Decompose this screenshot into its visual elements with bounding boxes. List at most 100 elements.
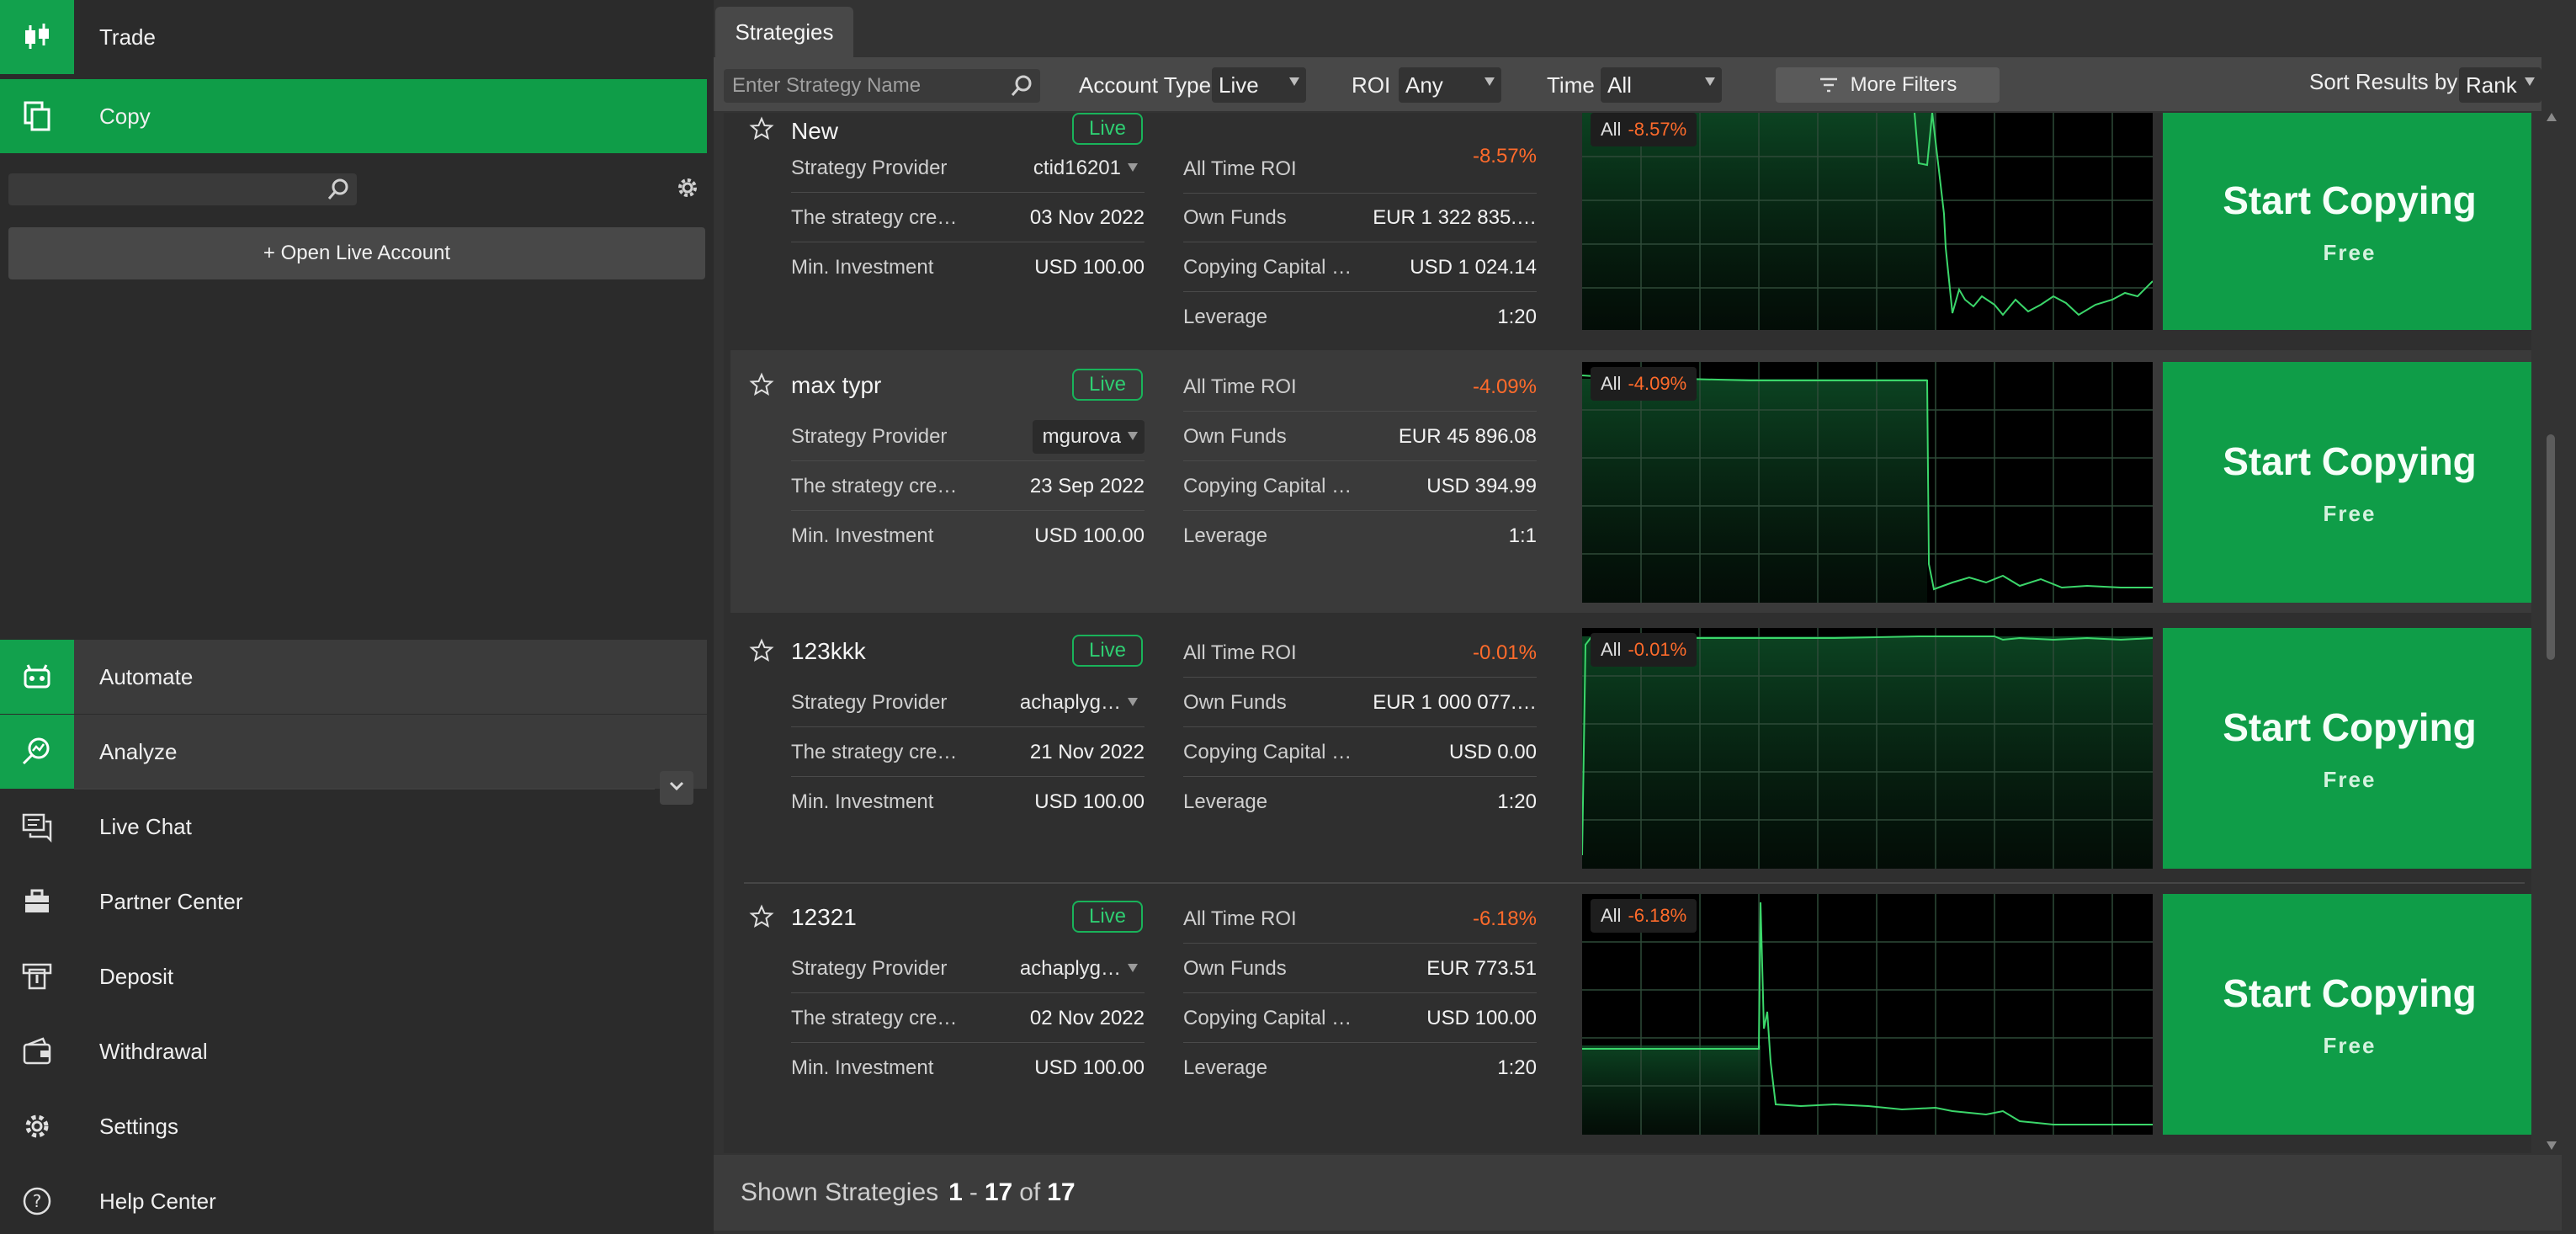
nav-trade-label: Trade (99, 24, 156, 50)
roi-label: All Time ROI (1183, 641, 1297, 664)
roi-chart: All -6.18% (1582, 894, 2153, 1135)
nav-trade[interactable]: Trade (0, 0, 707, 74)
star-icon[interactable] (749, 372, 774, 402)
copy-icon (0, 79, 74, 153)
scroll-thumb[interactable] (2547, 434, 2555, 660)
chart-period-label: All (1601, 639, 1622, 660)
roi-label: All Time ROI (1183, 907, 1297, 930)
account-type-label: Account Type (1079, 72, 1212, 98)
provider-dropdown[interactable]: mgurova (1032, 419, 1145, 454)
provider-dropdown[interactable]: ctid16201 (1023, 152, 1145, 185)
nav-partner-center-label: Partner Center (99, 888, 243, 914)
provider-label: Strategy Provider (791, 424, 948, 448)
scroll-up-icon[interactable] (2547, 113, 2557, 121)
nav-deposit[interactable]: Deposit (0, 939, 707, 1013)
nav-partner-center[interactable]: Partner Center (0, 864, 707, 939)
strategy-name[interactable]: max typr (791, 372, 881, 399)
own-funds-label: Own Funds (1183, 690, 1287, 714)
provider-row: Strategy Provider achaplyg… (791, 678, 1145, 727)
leverage-row: Leverage 1:20 (1183, 1044, 1537, 1093)
time-label: Time (1547, 72, 1595, 98)
own-funds-value: EUR 1 000 077.… (1373, 690, 1537, 714)
min-investment-row: Min. Investment USD 100.00 (791, 512, 1145, 561)
more-filters-button[interactable]: More Filters (1776, 67, 2000, 103)
roi-select[interactable]: Any (1399, 67, 1501, 103)
min-investment-value: USD 100.00 (1034, 790, 1145, 813)
leverage-value: 1:20 (1497, 1056, 1537, 1079)
strategy-name[interactable]: 123kkk (791, 638, 866, 665)
nav-live-chat-label: Live Chat (99, 813, 192, 839)
own-funds-label: Own Funds (1183, 424, 1287, 448)
start-copying-button[interactable]: Start Copying Free (2163, 362, 2531, 603)
nav-copy[interactable]: Copy (0, 79, 707, 153)
search-icon[interactable] (327, 178, 350, 205)
dropdown-arrow-icon (1128, 697, 1138, 706)
start-copying-button[interactable]: Start Copying Free (2163, 628, 2531, 869)
sort-value: Rank (2466, 72, 2517, 98)
time-select[interactable]: All (1601, 67, 1722, 103)
star-icon[interactable] (749, 116, 774, 146)
nav-withdrawal[interactable]: Withdrawal (0, 1014, 707, 1088)
sort-select[interactable]: Rank (2459, 67, 2541, 103)
free-label: Free (2323, 766, 2377, 792)
copying-capital-label: Copying Capital … (1183, 255, 1352, 279)
filter-icon (1819, 77, 1837, 93)
own-funds-row: Own Funds EUR 773.51 (1183, 944, 1537, 993)
roi-row: All Time ROI -6.18% (1183, 895, 1537, 944)
created-label: The strategy cre… (791, 474, 958, 497)
sidebar-search (8, 173, 357, 205)
provider-label: Strategy Provider (791, 156, 948, 179)
start-copying-button[interactable]: Start Copying Free (2163, 113, 2531, 330)
robot-icon (0, 640, 74, 714)
provider-row: Strategy Provider achaplyg… (791, 944, 1145, 993)
gear-icon[interactable] (675, 175, 700, 205)
nav-automate[interactable]: Automate (0, 640, 707, 714)
created-label: The strategy cre… (791, 205, 958, 229)
roi-chart: All -8.57% (1582, 113, 2154, 330)
wallet-icon (0, 1014, 74, 1088)
open-live-account-button[interactable]: + Open Live Account (8, 227, 705, 279)
shown-strategies-label: Shown Strategies (741, 1178, 939, 1206)
provider-dropdown[interactable]: achaplyg… (1010, 952, 1145, 986)
search-icon[interactable] (1010, 74, 1033, 102)
star-icon[interactable] (749, 638, 774, 668)
start-copying-label: Start Copying (2223, 439, 2477, 483)
provider-row: Strategy Provider mgurova (791, 412, 1145, 461)
copying-capital-row: Copying Capital … USD 1 024.14 (1183, 243, 1537, 292)
roi-chart-badge: All -0.01% (1591, 633, 1697, 667)
nav-settings[interactable]: Settings (0, 1089, 707, 1163)
nav-live-chat[interactable]: Live Chat (0, 790, 707, 864)
account-type-select[interactable]: Live (1212, 67, 1306, 103)
free-label: Free (2323, 239, 2377, 265)
start-copying-button[interactable]: Start Copying Free (2163, 894, 2531, 1135)
list-scrollbar[interactable] (2541, 111, 2562, 1155)
strategy-name[interactable]: New (791, 118, 838, 145)
min-investment-row: Min. Investment USD 100.00 (791, 1044, 1145, 1093)
nav-settings-label: Settings (99, 1113, 178, 1139)
nav-analyze[interactable]: Analyze (0, 715, 707, 789)
copying-capital-row: Copying Capital … USD 394.99 (1183, 462, 1537, 511)
min-investment-value: USD 100.00 (1034, 524, 1145, 547)
strategy-name[interactable]: 12321 (791, 904, 857, 931)
provider-label: Strategy Provider (791, 690, 948, 714)
start-copying-label: Start Copying (2223, 178, 2477, 222)
own-funds-label: Own Funds (1183, 205, 1287, 229)
star-icon[interactable] (749, 904, 774, 933)
own-funds-row: Own Funds EUR 1 000 077.… (1183, 678, 1537, 727)
range-of: of (1019, 1178, 1041, 1206)
nav-help-center[interactable]: ? Help Center (0, 1164, 707, 1234)
nav-deposit-label: Deposit (99, 963, 174, 989)
created-label: The strategy cre… (791, 740, 958, 763)
tab-strategies[interactable]: Strategies (715, 7, 853, 57)
roi-chart: All -0.01% (1581, 628, 2154, 869)
strategy-list: New Live Strategy Provider ctid16201 The … (724, 113, 2531, 1153)
provider-dropdown[interactable]: achaplyg… (1010, 686, 1145, 720)
range-dash: - (969, 1178, 978, 1206)
sidebar-search-input[interactable] (8, 173, 357, 205)
created-value: 02 Nov 2022 (1029, 1006, 1145, 1029)
strategy-search-input[interactable] (724, 69, 1040, 103)
roi-label: All Time ROI (1183, 375, 1297, 398)
scroll-down-icon[interactable] (2547, 1141, 2557, 1150)
roi-value: -0.01% (1472, 641, 1537, 664)
help-icon: ? (0, 1164, 74, 1234)
